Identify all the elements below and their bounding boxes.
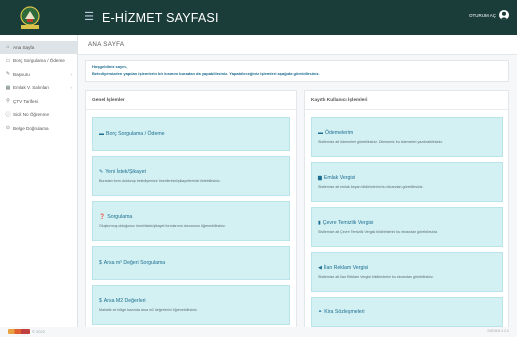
panel-heading: Kayıtlı Kullanıcı İşlemleri xyxy=(305,91,508,110)
copyright: © 2022 xyxy=(32,329,45,334)
pencil-icon: ✎ xyxy=(99,169,104,175)
info-icon: ⓘ xyxy=(5,112,11,119)
card-description: Sistlemize ait Çevre Temizlik Vergisi bi… xyxy=(318,230,439,234)
general-operations-panel: Genel İşlemler ▬ Borç Sorgulama / Ödeme … xyxy=(85,90,297,330)
card-title: Arsa M2 Değerleri xyxy=(103,298,146,304)
card-advertising-tax[interactable]: ◀ İlan Reklam Vergisi Sistlemize ait İla… xyxy=(311,252,503,292)
sidebar-item-label: Borç Sorgulama / Ödeme xyxy=(13,58,65,64)
card-description: Buradan form doldurup belediyemize öneri… xyxy=(99,179,221,183)
card-new-request[interactable]: ✎ Yeni İstek/Şikayet Buradan form doldur… xyxy=(92,156,290,196)
pencil-icon: ✎ xyxy=(5,71,11,78)
handshake-icon: ⚭ xyxy=(318,309,323,315)
sidebar-item-document-verify[interactable]: ⊙ Belge Doğrulama xyxy=(0,122,77,135)
card-icon: ▭ xyxy=(5,57,11,64)
top-bar: ☰ E-HİZMET SAYFASI OTURUM AÇ xyxy=(0,0,517,35)
card-rental-contracts[interactable]: ⚭ Kira Sözleşmeleri xyxy=(311,297,503,327)
card-description: Sistlemize ait İlan Reklam Vergisi bildi… xyxy=(318,275,434,279)
question-icon: ❓ xyxy=(99,214,106,220)
dollar-icon: $ xyxy=(99,260,102,266)
sidebar-item-label: Belge Doğrulama xyxy=(13,125,49,131)
card-icon: ▬ xyxy=(99,131,104,137)
app-title: E-HİZMET SAYFASI xyxy=(102,10,219,25)
user-icon xyxy=(499,10,509,20)
card-query[interactable]: ❓ Sorgulama Oluşturmuş olduğunuz öneri/i… xyxy=(92,201,290,241)
vendor-logo xyxy=(8,329,30,334)
dollar-icon: $ xyxy=(99,298,102,304)
card-title: İlan Reklam Vergisi xyxy=(323,265,369,271)
card-property-tax[interactable]: ▆ Emlak Vergisi Sistlemize ait emlak bey… xyxy=(311,162,503,202)
login-label: OTURUM AÇ xyxy=(469,12,496,18)
sidebar-item-label: Sicil No Öğrenme xyxy=(13,112,49,118)
trash-icon: ▮ xyxy=(318,220,321,226)
pin-icon: ⚲ xyxy=(6,98,10,105)
page-header: ANA SAYFA xyxy=(78,35,517,55)
sidebar-item-ctv-tariff[interactable]: ⚲ ÇTV Tarifesi xyxy=(0,95,77,108)
card-debt-payment[interactable]: ▬ Borç Sorgulama / Ödeme xyxy=(92,117,290,151)
card-title: Arsa m² Değeri Sorgulama xyxy=(103,260,166,266)
card-description: Oluşturmuş olduğunuz öneri/istek/şikayet… xyxy=(99,224,226,228)
municipality-logo[interactable] xyxy=(0,0,60,35)
sidebar-item-label: Ana Sayfa xyxy=(13,44,35,50)
card-title: Ödemelerim xyxy=(325,130,354,136)
check-icon: ⊙ xyxy=(5,125,11,132)
card-title: Borç Sorgulama / Ödeme xyxy=(106,131,165,137)
sidebar-item-label: Başvuru xyxy=(13,71,30,77)
login-button[interactable]: OTURUM AÇ xyxy=(469,10,509,20)
sidebar-item-application[interactable]: ✎ Başvuru ‹ xyxy=(0,68,77,81)
building-icon: ▆ xyxy=(318,175,322,181)
card-title: Emlak Vergisi xyxy=(323,175,356,181)
card-title: Sorgulama xyxy=(107,214,133,220)
grid-icon: ▦ xyxy=(5,84,11,91)
card-my-payments[interactable]: ▬ Ödemelerim Sistlemize ait ödemeleri gö… xyxy=(311,117,503,157)
registered-user-panel: Kayıtlı Kullanıcı İşlemleri ▬ Ödemelerim… xyxy=(304,90,509,330)
sidebar-item-registry-lookup[interactable]: ⓘ Sicil No Öğrenme xyxy=(0,109,77,122)
chevron-left-icon: ‹ xyxy=(70,71,73,77)
chevron-left-icon: ‹ xyxy=(70,85,73,91)
page-title: ANA SAYFA xyxy=(88,41,125,48)
sidebar-item-label: Emlak V. Salınları xyxy=(13,85,50,91)
card-title: Çevre Temizlik Vergisi xyxy=(322,220,374,226)
card-land-values[interactable]: $ Arsa M2 Değerleri Mahalle ve bölge baz… xyxy=(92,285,290,325)
welcome-text: Belediyemizden yapılan işlemlerin bir kı… xyxy=(92,70,320,76)
footer: © 2022 SÜRÜM 2.2.0 xyxy=(0,327,517,337)
bullhorn-icon: ◀ xyxy=(318,265,322,271)
card-title: Yeni İstek/Şikayet xyxy=(105,169,146,175)
card-icon: ▬ xyxy=(318,130,323,136)
municipality-logo-icon xyxy=(20,5,40,29)
home-icon: ⌂ xyxy=(6,44,10,51)
welcome-title: Hoşgeldiniz sayın, xyxy=(92,64,127,69)
card-description: Sistlemize ait ödemeleri görebilirsiniz.… xyxy=(318,140,444,144)
card-environment-tax[interactable]: ▮ Çevre Temizlik Vergisi Sistlemize ait … xyxy=(311,207,503,247)
sidebar-item-property-tax[interactable]: ▦ Emlak V. Salınları ‹ xyxy=(0,82,77,95)
card-title: Kira Sözleşmeleri xyxy=(324,309,365,315)
version-label: SÜRÜM 2.2.0 xyxy=(487,329,509,333)
welcome-box: Hoşgeldiniz sayın, Belediyemizden yapıla… xyxy=(85,60,509,82)
card-description: Sistlemize ait emlak beyan bildirimlerin… xyxy=(318,185,424,189)
card-description: Mahalle ve bölge bazında arsa m2 değerle… xyxy=(99,308,198,312)
sidebar-item-home[interactable]: ⌂ Ana Sayfa xyxy=(0,41,77,54)
sidebar: ⌂ Ana Sayfa ▭ Borç Sorgulama / Ödeme ✎ B… xyxy=(0,35,78,327)
sidebar-item-label: ÇTV Tarifesi xyxy=(13,98,38,104)
sidebar-item-debt-payment[interactable]: ▭ Borç Sorgulama / Ödeme xyxy=(0,55,77,68)
card-land-value-query[interactable]: $ Arsa m² Değeri Sorgulama xyxy=(92,246,290,280)
hamburger-icon[interactable]: ☰ xyxy=(82,12,96,23)
panel-heading: Genel İşlemler xyxy=(86,91,296,110)
